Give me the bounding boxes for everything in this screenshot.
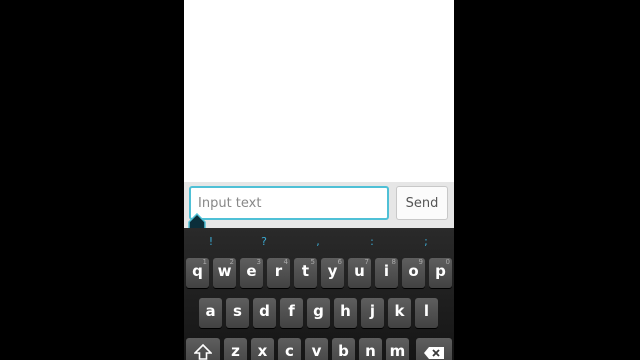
suggestion-comma[interactable]: , — [308, 235, 328, 248]
key-r[interactable]: r4 — [267, 258, 290, 288]
key-c[interactable]: c — [278, 338, 301, 360]
suggestion-question[interactable]: ? — [254, 235, 274, 248]
key-j[interactable]: j — [361, 298, 384, 328]
key-n[interactable]: n — [359, 338, 382, 360]
key-g[interactable]: g — [307, 298, 330, 328]
key-o[interactable]: o9 — [402, 258, 425, 288]
shift-key[interactable] — [186, 338, 220, 360]
key-l[interactable]: l — [415, 298, 438, 328]
key-x[interactable]: x — [251, 338, 274, 360]
send-button[interactable]: Send — [396, 186, 448, 220]
key-h[interactable]: h — [334, 298, 357, 328]
key-i[interactable]: i8 — [375, 258, 398, 288]
suggestion-semicolon[interactable]: ; — [416, 235, 436, 248]
key-p[interactable]: p0 — [429, 258, 452, 288]
key-u[interactable]: u7 — [348, 258, 371, 288]
soft-keyboard: ! ? , : ; q1 w2 e3 r4 t5 y6 u7 i8 o9 p0 … — [184, 228, 454, 360]
key-s[interactable]: s — [226, 298, 249, 328]
key-f[interactable]: f — [280, 298, 303, 328]
key-e[interactable]: e3 — [240, 258, 263, 288]
key-m[interactable]: m — [386, 338, 409, 360]
suggestion-strip: ! ? , : ; — [184, 228, 454, 254]
key-v[interactable]: v — [305, 338, 328, 360]
key-k[interactable]: k — [388, 298, 411, 328]
key-y[interactable]: y6 — [321, 258, 344, 288]
key-q[interactable]: q1 — [186, 258, 209, 288]
shift-icon — [193, 343, 213, 360]
compose-bar: Send — [184, 182, 454, 228]
message-area — [184, 0, 454, 182]
key-w[interactable]: w2 — [213, 258, 236, 288]
key-a[interactable]: a — [199, 298, 222, 328]
key-d[interactable]: d — [253, 298, 276, 328]
delete-key[interactable] — [416, 338, 452, 360]
key-b[interactable]: b — [332, 338, 355, 360]
backspace-icon — [424, 347, 444, 359]
suggestion-colon[interactable]: : — [362, 235, 382, 248]
phone-screen: Send ! ? , : ; q1 w2 e3 r4 t5 y6 u7 i8 o… — [184, 0, 454, 360]
text-input[interactable] — [189, 186, 389, 220]
suggestion-exclamation[interactable]: ! — [201, 235, 221, 248]
key-z[interactable]: z — [224, 338, 247, 360]
key-t[interactable]: t5 — [294, 258, 317, 288]
